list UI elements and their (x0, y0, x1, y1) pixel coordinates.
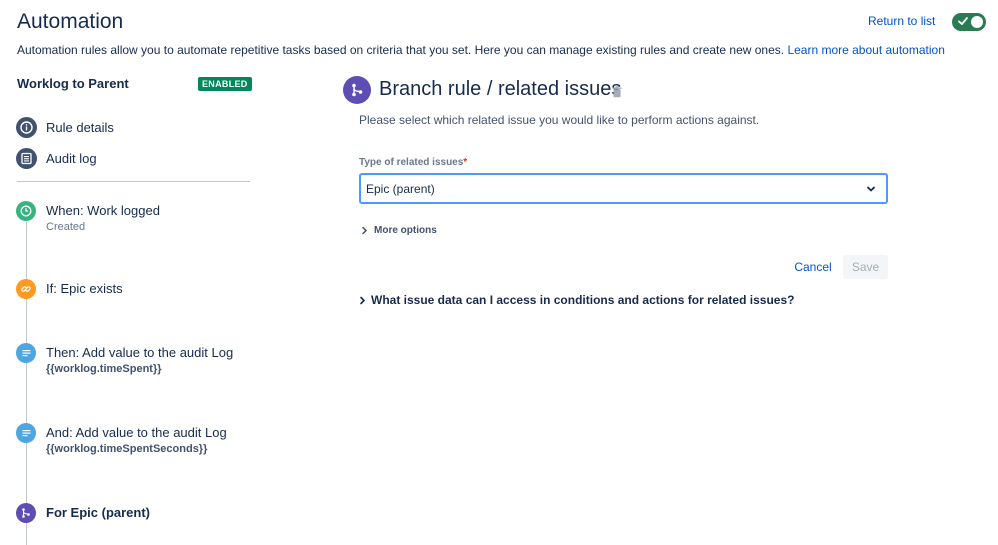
save-button[interactable]: Save (843, 255, 888, 279)
required-marker: * (463, 157, 468, 168)
help-toggle-label: What issue data can I access in conditio… (371, 293, 795, 307)
sidebar-item-audit-log[interactable]: Audit log (16, 148, 97, 169)
rule-name: Worklog to Parent (17, 76, 129, 91)
toggle-knob (971, 16, 983, 28)
sidebar-item-rule-details[interactable]: Rule details (16, 117, 114, 138)
step-subtitle: {{worklog.timeSpent}} (46, 363, 162, 375)
related-issues-help-toggle[interactable]: What issue data can I access in conditio… (359, 293, 794, 307)
step-title: If: Epic exists (46, 281, 123, 296)
component-description: Please select which related issue you wo… (359, 113, 760, 127)
step-title: When: Work logged (46, 203, 160, 218)
step-title: For Epic (parent) (46, 505, 151, 520)
branch-icon (343, 76, 371, 104)
field-label-text: Type of related issues (359, 157, 464, 168)
trash-icon[interactable] (612, 85, 622, 103)
status-badge: ENABLED (198, 77, 252, 91)
component-title: Branch rule / related issues (379, 78, 622, 100)
related-issues-select[interactable]: Epic (parent) (359, 173, 888, 204)
sidebar-item-label: Rule details (46, 120, 114, 135)
more-options-toggle[interactable]: More options (361, 225, 437, 236)
sidebar-item-label: Audit log (46, 151, 97, 166)
cancel-button[interactable]: Cancel (790, 255, 836, 279)
step-title: Then: Add value to the audit Log (46, 345, 234, 360)
intro-description: Automation rules allow you to automate r… (17, 43, 785, 57)
link-icon (16, 279, 36, 299)
document-icon (16, 343, 36, 363)
rule-enabled-toggle[interactable] (952, 13, 986, 31)
step-subtitle: {{worklog.timeSpentSeconds}} (46, 443, 208, 455)
return-to-list-link[interactable]: Return to list (868, 14, 935, 28)
intro-text: Automation rules allow you to automate r… (17, 43, 945, 57)
chevron-right-icon (360, 296, 366, 304)
chevron-right-icon (362, 226, 368, 235)
info-icon (16, 117, 37, 138)
steps-connector-line (26, 222, 27, 545)
select-value: Epic (parent) (366, 182, 435, 196)
step-title: And: Add value to the audit Log (46, 425, 227, 440)
list-icon (16, 148, 37, 169)
clock-icon (16, 201, 36, 221)
step-subtitle: Created (46, 221, 86, 233)
learn-more-link[interactable]: Learn more about automation (787, 43, 944, 57)
branch-icon (16, 503, 36, 523)
document-icon (16, 423, 36, 443)
sidebar-divider (17, 181, 250, 182)
more-options-label: More options (374, 225, 437, 236)
page-title: Automation (17, 10, 124, 33)
field-label: Type of related issues* (359, 157, 467, 168)
check-icon (958, 17, 968, 25)
chevron-down-icon (867, 186, 875, 192)
